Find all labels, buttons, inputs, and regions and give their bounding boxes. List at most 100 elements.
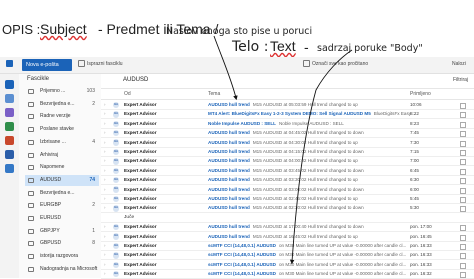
message-subject: AUDUSD hull trend M15 AUDUSD at 04:30:02 … xyxy=(208,139,358,145)
message-row[interactable]: › EA Expert Advisor AUDUSD hull trend M15 AU… xyxy=(101,148,474,158)
expand-chevron-icon[interactable]: › xyxy=(104,186,106,194)
folder-item[interactable]: istorija razgovora xyxy=(25,251,99,262)
message-preview: Noble Impulse AUDUSD : SELL xyxy=(278,120,344,126)
col-from[interactable]: Od xyxy=(124,91,131,97)
flag-icon[interactable] xyxy=(460,234,466,241)
flag-icon[interactable] xyxy=(460,121,466,128)
expand-chevron-icon[interactable]: › xyxy=(104,233,106,241)
message-row[interactable]: › EA Expert Advisor AUDUSD hull trend M15 AU… xyxy=(101,195,474,205)
message-sender: Expert Advisor xyxy=(124,261,157,267)
folder-count: 74 xyxy=(89,176,95,183)
col-date[interactable]: Primljeno xyxy=(410,91,431,97)
folder-item[interactable]: Bezvrijedna e... xyxy=(25,188,99,199)
folder-item[interactable]: GBPUSD 8 xyxy=(25,238,99,249)
delete-icon[interactable] xyxy=(78,60,85,67)
message-row[interactable]: › EA Expert Advisor AUDUSD hull trend M15 AU… xyxy=(101,157,474,167)
flag-icon[interactable] xyxy=(460,131,466,138)
folder-item[interactable]: Prijemno ... 103 xyxy=(25,86,99,97)
expand-chevron-icon[interactable]: › xyxy=(104,157,106,165)
message-row[interactable]: › EA Expert Advisor AUDUSD hull trend M15 AU… xyxy=(101,233,474,242)
mark-read-icon[interactable] xyxy=(303,60,310,67)
flag-icon[interactable] xyxy=(460,206,466,213)
message-row[interactable]: › EA Expert Advisor MT4 Alert: BlueDigitsFx… xyxy=(101,110,474,120)
avatar: EA xyxy=(113,129,120,137)
flag-icon[interactable] xyxy=(460,168,466,175)
folder-item[interactable]: Poslane stavke xyxy=(25,124,99,135)
message-row[interactable]: › EA Expert Advisor AUDUSD hull trend M15 AU… xyxy=(101,186,474,195)
mark-all-read-button[interactable]: Označi sve kao pročitano xyxy=(312,61,368,67)
flag-icon[interactable] xyxy=(460,140,466,147)
flag-icon[interactable] xyxy=(460,178,466,185)
message-row[interactable]: › EA Expert Advisor Noble Impulse AUDUSD : … xyxy=(101,120,474,129)
message-row[interactable]: › EA Expert Advisor AUDUSD hull trend M15 AU… xyxy=(101,139,474,148)
message-sender: Expert Advisor xyxy=(124,271,157,277)
message-row[interactable]: › EA Expert Advisor AUDUSD hull trend M15 AU… xyxy=(101,101,474,111)
extra-button[interactable]: Nalozi xyxy=(452,61,466,67)
folders-header[interactable]: Fascikle xyxy=(27,76,49,82)
new-mail-button[interactable]: Nova e-pošta xyxy=(22,59,72,71)
folder-icon xyxy=(28,228,34,234)
message-row[interactable]: › EA Expert Advisor AUDUSD hull trend M15 AU… xyxy=(101,176,474,186)
flag-icon[interactable] xyxy=(460,253,466,260)
message-row[interactable]: › EA Expert Advisor AUDUSD hull trend M15 AU… xyxy=(101,223,474,233)
folder-item[interactable]: Radne verzije xyxy=(25,111,99,122)
flag-icon[interactable] xyxy=(460,225,466,232)
folder-item[interactable]: Izbrisane ... 4 xyxy=(25,137,99,148)
expand-chevron-icon[interactable]: › xyxy=(104,129,106,137)
message-row[interactable]: › EA Expert Advisor scMTF CCI (14,48,0.1) A… xyxy=(101,261,474,270)
folder-item[interactable]: AUDUSD 74 xyxy=(25,174,99,186)
expand-chevron-icon[interactable]: › xyxy=(104,120,106,128)
message-row[interactable]: › EA Expert Advisor scMTF CCI (14,48,0.1) A… xyxy=(101,242,474,252)
folder-item[interactable]: EURGBP 2 xyxy=(25,200,99,211)
powerpoint-icon[interactable] xyxy=(5,136,14,145)
message-date: 5:45 xyxy=(410,196,419,201)
message-row[interactable]: › EA Expert Advisor scMTF CCI (14,48,0.1) A… xyxy=(101,251,474,261)
expand-chevron-icon[interactable]: › xyxy=(104,261,106,269)
folder-item[interactable]: Bezvrijedna e... 2 xyxy=(25,99,99,110)
menu-icon[interactable] xyxy=(6,60,13,67)
flag-icon[interactable] xyxy=(460,197,466,203)
filter-button[interactable]: Filtriraj xyxy=(453,77,468,83)
word-icon[interactable] xyxy=(5,150,14,159)
folder-item[interactable]: EURUSD xyxy=(25,213,99,224)
col-subject[interactable]: Tema xyxy=(208,91,220,97)
folder-item[interactable]: Nadogradnja na Microsoft xyxy=(25,264,99,275)
expand-chevron-icon[interactable]: › xyxy=(104,110,106,118)
folder-item[interactable]: Arhiviraj xyxy=(25,150,99,161)
expand-chevron-icon[interactable]: › xyxy=(104,242,106,250)
folder-item[interactable]: Napomene xyxy=(25,162,99,173)
date-group-header[interactable]: Juče xyxy=(101,213,474,223)
expand-chevron-icon[interactable]: › xyxy=(104,167,106,175)
expand-chevron-icon[interactable]: › xyxy=(104,101,106,109)
flag-icon[interactable] xyxy=(460,187,466,194)
empty-folder-button[interactable]: Isprazni fasciklu xyxy=(87,61,123,67)
message-row[interactable]: › EA Expert Advisor AUDUSD hull trend M15 AU… xyxy=(101,129,474,139)
avatar: EA xyxy=(113,120,120,127)
expand-chevron-icon[interactable]: › xyxy=(104,251,106,259)
expand-chevron-icon[interactable]: › xyxy=(104,139,106,147)
expand-chevron-icon[interactable]: › xyxy=(104,176,106,184)
message-row[interactable]: › EA Expert Advisor AUDUSD hull trend M15 AU… xyxy=(101,167,474,176)
excel-icon[interactable] xyxy=(5,122,14,131)
message-preview: on M30 Main line turned UP at value -0.0… xyxy=(279,261,407,267)
flag-icon[interactable] xyxy=(460,272,466,279)
flag-icon[interactable] xyxy=(460,103,466,109)
flag-icon[interactable] xyxy=(460,262,466,269)
people-icon[interactable] xyxy=(5,108,14,117)
flag-icon[interactable] xyxy=(460,112,466,119)
folder-item[interactable]: GBPJPY 1 xyxy=(25,226,99,237)
expand-chevron-icon[interactable]: › xyxy=(104,223,106,231)
onedrive-icon[interactable] xyxy=(5,164,14,173)
mail-icon[interactable] xyxy=(5,80,14,89)
expand-chevron-icon[interactable]: › xyxy=(104,195,106,203)
flag-icon[interactable] xyxy=(460,150,466,156)
message-sender: Expert Advisor xyxy=(124,205,157,211)
calendar-icon[interactable] xyxy=(5,94,14,103)
message-preview: M15 AUDUSD at 02:45:02 Hull trend change… xyxy=(252,196,358,201)
message-row[interactable]: › EA Expert Advisor AUDUSD hull trend M15 AU… xyxy=(101,204,474,214)
expand-chevron-icon[interactable]: › xyxy=(104,204,106,212)
expand-chevron-icon[interactable]: › xyxy=(104,148,106,156)
flag-icon[interactable] xyxy=(460,159,466,166)
expand-chevron-icon[interactable]: › xyxy=(104,270,106,278)
flag-icon[interactable] xyxy=(460,244,466,250)
